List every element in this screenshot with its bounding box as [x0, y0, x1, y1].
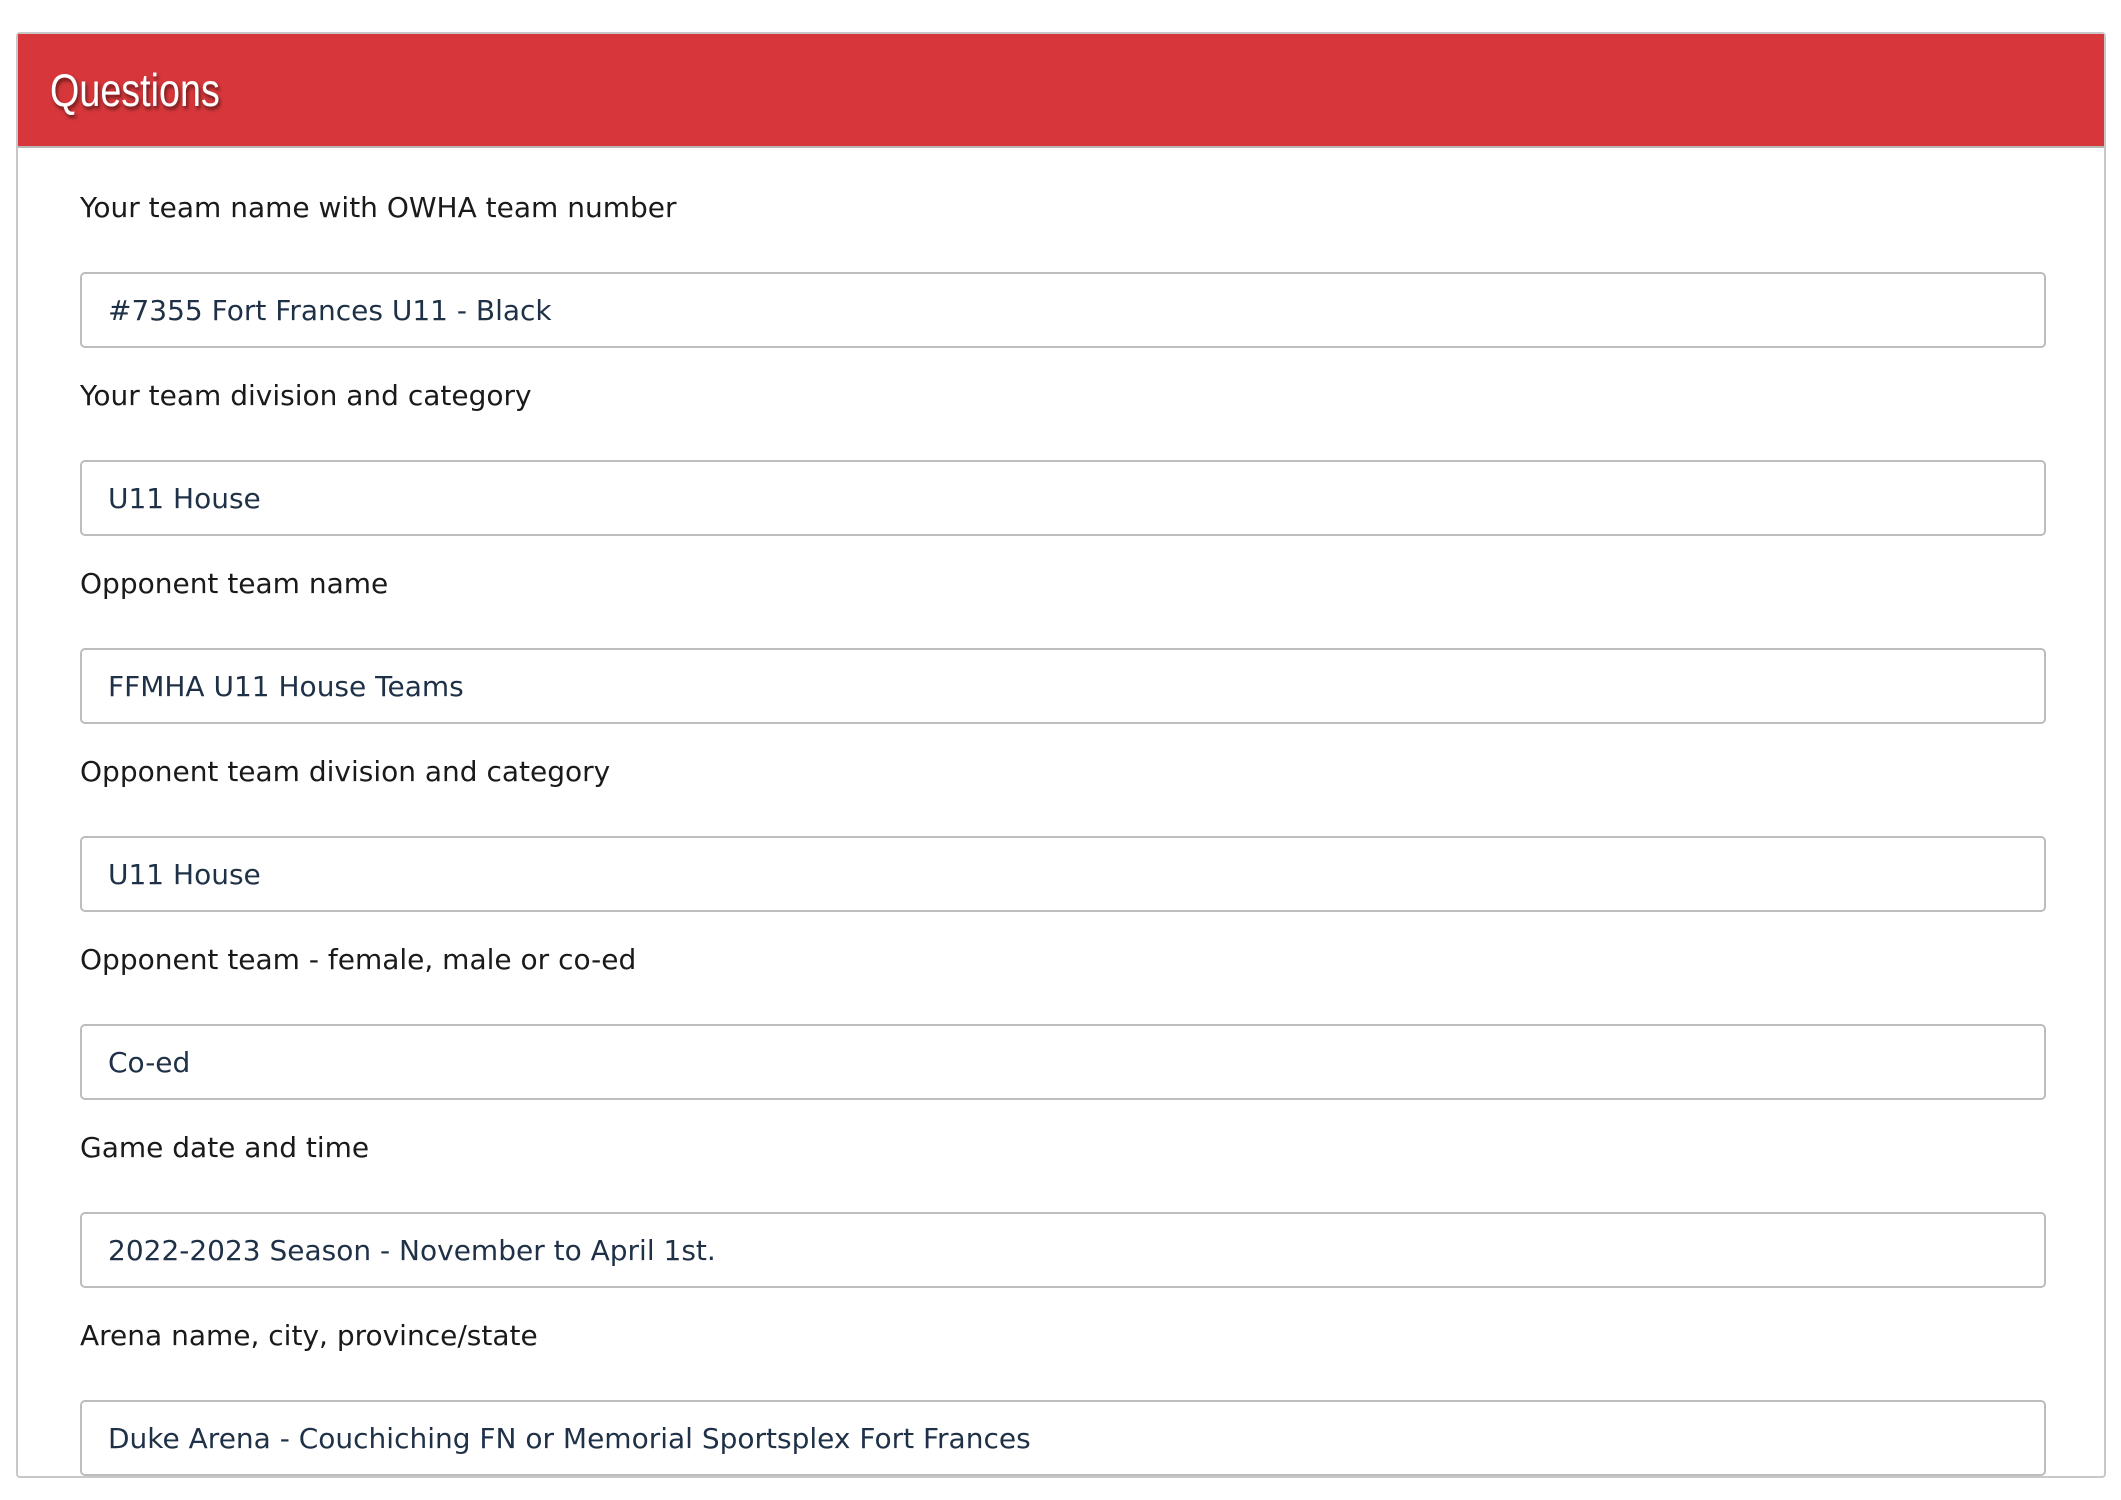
game-date-input[interactable] [80, 1212, 2046, 1288]
opponent-gender-input[interactable] [80, 1024, 2046, 1100]
field-team-name: Your team name with OWHA team number [80, 191, 2046, 372]
field-label: Opponent team division and category [80, 755, 611, 788]
field-label: Your team division and category [80, 379, 532, 412]
field-opponent-division: Opponent team division and category [80, 755, 2046, 936]
field-arena: Arena name, city, province/state [80, 1319, 2046, 1500]
questions-panel: Questions Your team name with OWHA team … [16, 32, 2106, 1478]
field-opponent-gender: Opponent team - female, male or co-ed [80, 943, 2046, 1124]
field-label: Opponent team - female, male or co-ed [80, 943, 637, 976]
field-game-date: Game date and time [80, 1131, 2046, 1312]
questions-form: Your team name with OWHA team number You… [80, 184, 2046, 1500]
field-label: Arena name, city, province/state [80, 1319, 538, 1352]
field-label: Your team name with OWHA team number [80, 191, 677, 224]
arena-input[interactable] [80, 1400, 2046, 1476]
field-team-division: Your team division and category [80, 379, 2046, 560]
panel-title: Questions [50, 64, 220, 116]
opponent-division-input[interactable] [80, 836, 2046, 912]
panel-header: Questions [18, 34, 2104, 148]
opponent-name-input[interactable] [80, 648, 2046, 724]
field-opponent-name: Opponent team name [80, 567, 2046, 748]
team-name-input[interactable] [80, 272, 2046, 348]
field-label: Game date and time [80, 1131, 370, 1164]
team-division-input[interactable] [80, 460, 2046, 536]
field-label: Opponent team name [80, 567, 389, 600]
